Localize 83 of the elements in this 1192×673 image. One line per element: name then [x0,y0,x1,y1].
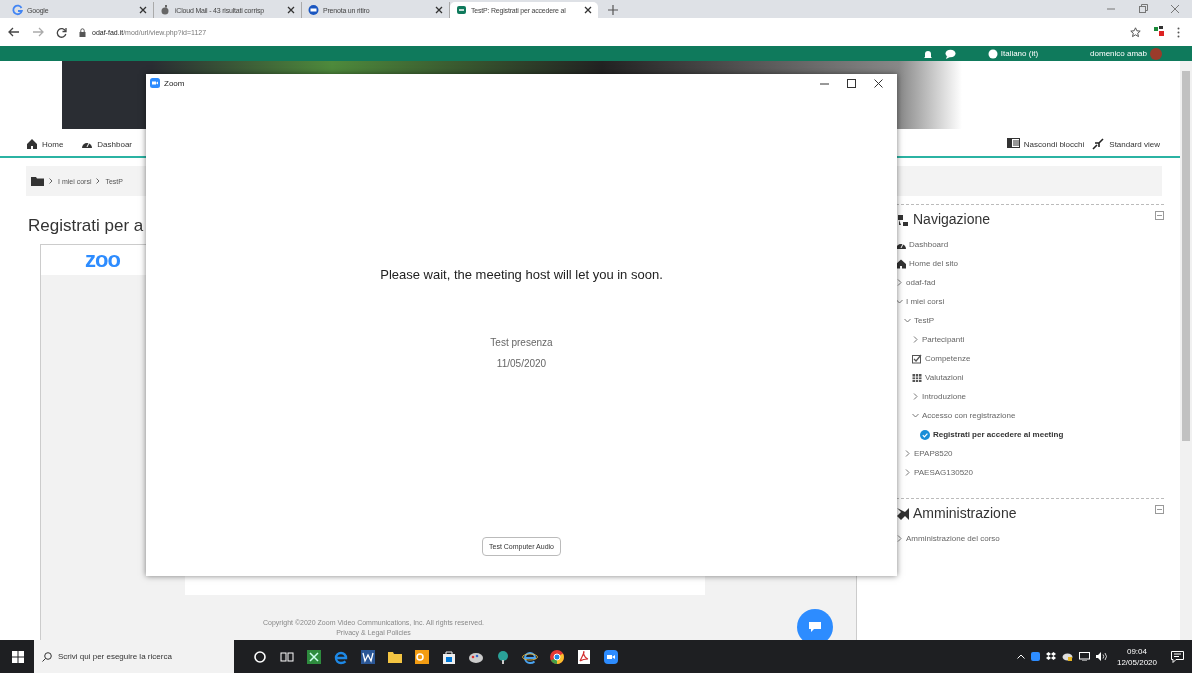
navigation-item[interactable]: Competenze [912,349,1164,368]
more-vertical-icon[interactable] [1177,26,1180,38]
scrollbar-thumb[interactable] [1182,71,1190,441]
navigation-item[interactable]: Introduzione [912,387,1164,406]
spreadsheet-icon[interactable] [306,648,322,665]
navigation-item[interactable]: odaf-fad [896,273,1164,292]
navigation-item[interactable]: Partecipanti [912,330,1164,349]
avatar [1150,47,1162,60]
navigation-item[interactable]: PAESAG130520 [904,463,1164,482]
sitemap-icon [896,212,909,226]
navigation-item[interactable]: Accesso con registrazione [912,406,1164,425]
close-icon[interactable] [287,6,295,14]
lock-icon [79,27,86,37]
chevron-icon [96,177,101,185]
back-arrow-icon[interactable] [8,27,20,37]
waiting-message: Please wait, the meeting host will let you in soon. [380,267,663,282]
navigation-item[interactable]: EPAP8520 [904,444,1164,463]
checkbox-icon [912,353,922,364]
chat-bubble-icon [808,621,822,633]
browser-circle-icon[interactable] [549,648,565,665]
video-camera-icon[interactable] [603,648,619,665]
close-icon[interactable] [435,6,443,14]
hide-blocks-link[interactable]: Nascondi blocchi [1006,138,1085,150]
document-w-icon[interactable] [360,648,376,665]
home-icon [896,258,906,269]
speech-bubble-icon[interactable] [944,48,956,59]
chevron-up-icon[interactable] [1016,654,1025,659]
pdf-document-icon[interactable] [576,648,592,665]
window-title: Zoom [164,78,185,88]
dropbox-icon[interactable] [1045,652,1056,661]
bell-icon[interactable] [922,48,933,59]
maximize-icon[interactable] [847,78,856,88]
page-title: Registrati per a [28,216,145,236]
shopping-bag-icon[interactable] [441,648,457,665]
zoom-logo-text: zoo [85,247,120,273]
clock[interactable]: 09:04 12/05/2020 [1116,645,1157,668]
mail-o-icon[interactable] [414,648,430,665]
graduation-logo-icon [456,4,467,16]
scrollbar[interactable] [1180,61,1192,640]
collapse-block-icon[interactable] [1155,505,1164,514]
folder-icon [31,176,44,186]
search-icon [42,652,52,662]
navigation-item[interactable]: TestP [904,311,1164,330]
navigation-item[interactable]: Home del sito [896,254,1164,273]
search-field[interactable]: Scrivi qui per eseguire la ricerca [34,640,234,673]
new-tab-icon[interactable] [608,5,618,15]
close-icon[interactable] [874,78,883,88]
close-icon[interactable] [584,6,592,14]
circle-icon[interactable] [252,648,268,665]
video-camera-logo-icon [150,78,160,88]
sidebar-panel-icon [1006,138,1020,150]
close-icon[interactable] [139,6,147,14]
reload-icon[interactable] [56,26,67,38]
block-title: Amministrazione [913,505,1017,521]
google-g-icon [12,4,23,16]
navigation-item[interactable]: Registrati per accedere al meeting [920,425,1164,444]
navigation-item[interactable]: I miei corsi [896,292,1164,311]
block-title: Navigazione [913,211,991,227]
nav-link[interactable]: Dashboar [81,138,133,150]
speaker-icon[interactable] [1095,652,1107,661]
apple-icon [160,4,171,16]
circle-logo-icon [308,4,319,16]
cloud-icon[interactable] [1061,652,1073,661]
check-badge-icon [920,429,930,440]
navigation-item[interactable]: Valutazioni [912,368,1164,387]
extension-icon[interactable] [1153,26,1165,38]
restore-icon[interactable] [1138,4,1148,14]
language-menu[interactable]: Italiano (it) [987,48,1039,59]
home-icon [26,138,38,150]
network-icon[interactable] [1078,652,1090,661]
table-icon [912,372,922,383]
meeting-topic: Test presenza [490,337,553,348]
navigation-item[interactable]: Amministrazione del corso [896,529,1164,548]
collapse-block-icon[interactable] [1155,211,1164,220]
standard-view-link[interactable]: Standard view [1092,138,1160,150]
notification-icon[interactable] [1171,650,1184,663]
meeting-date: 11/05/2020 [496,358,547,369]
nav-link[interactable]: Home [26,138,64,150]
user-menu[interactable]: domenico amab [1090,47,1162,60]
collapse-arrows-icon [1092,138,1106,150]
windows-start-icon[interactable] [12,650,24,663]
chevron-icon [49,177,53,185]
star-icon[interactable] [1130,26,1141,38]
